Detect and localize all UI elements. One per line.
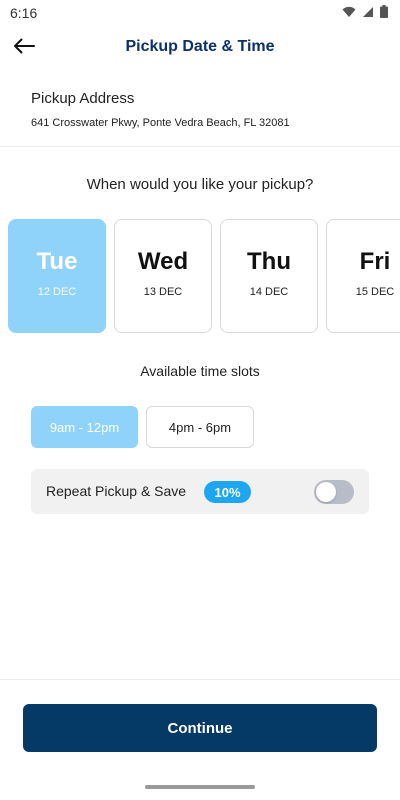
- signal-icon: [362, 5, 374, 23]
- day-card-tue[interactable]: Tue 12 DEC: [8, 219, 106, 333]
- page-title: Pickup Date & Time: [125, 38, 275, 55]
- time-slot-label: 9am - 12pm: [49, 419, 120, 435]
- app-bar: Pickup Date & Time: [0, 26, 400, 72]
- pickup-address-section: Pickup Address 641 Crosswater Pkwy, Pont…: [31, 90, 371, 129]
- time-slot-morning[interactable]: 9am - 12pm: [31, 406, 138, 448]
- day-selector: Tue 12 DEC Wed 13 DEC Thu 14 DEC Fri 15 …: [8, 219, 400, 333]
- continue-button[interactable]: Continue: [23, 704, 377, 752]
- day-name: Wed: [137, 248, 189, 275]
- continue-label: Continue: [167, 719, 233, 737]
- status-icons: [342, 5, 388, 23]
- day-date: 12 DEC: [37, 286, 77, 298]
- day-card-thu[interactable]: Thu 14 DEC: [220, 219, 318, 333]
- home-indicator: [145, 785, 255, 789]
- status-time: 6:16: [10, 5, 38, 21]
- pickup-question: When would you like your pickup?: [86, 176, 314, 193]
- pickup-address-label: Pickup Address: [31, 90, 135, 107]
- wifi-icon: [342, 5, 356, 23]
- battery-icon: [380, 5, 388, 23]
- day-date: 15 DEC: [355, 286, 395, 298]
- repeat-pickup-label: Repeat Pickup & Save: [46, 483, 187, 499]
- time-slot-afternoon[interactable]: 4pm - 6pm: [146, 406, 254, 448]
- pickup-address-value: 641 Crosswater Pkwy, Ponte Vedra Beach, …: [31, 117, 290, 129]
- divider: [0, 146, 400, 147]
- day-card-fri[interactable]: Fri 15 DEC: [326, 219, 400, 333]
- toggle-knob: [316, 482, 336, 502]
- divider: [0, 679, 400, 680]
- repeat-pickup-row: Repeat Pickup & Save 10%: [31, 469, 369, 514]
- day-name: Thu: [247, 248, 291, 275]
- day-name: Tue: [36, 248, 78, 275]
- day-card-wed[interactable]: Wed 13 DEC: [114, 219, 212, 333]
- time-slot-label: 4pm - 6pm: [168, 419, 232, 435]
- status-bar: 6:16: [0, 0, 400, 26]
- day-date: 14 DEC: [249, 286, 289, 298]
- discount-badge: 10%: [204, 481, 251, 503]
- day-name: Fri: [359, 248, 391, 275]
- time-slots-title: Available time slots: [140, 363, 260, 379]
- day-date: 13 DEC: [143, 286, 183, 298]
- repeat-pickup-toggle[interactable]: [314, 480, 354, 504]
